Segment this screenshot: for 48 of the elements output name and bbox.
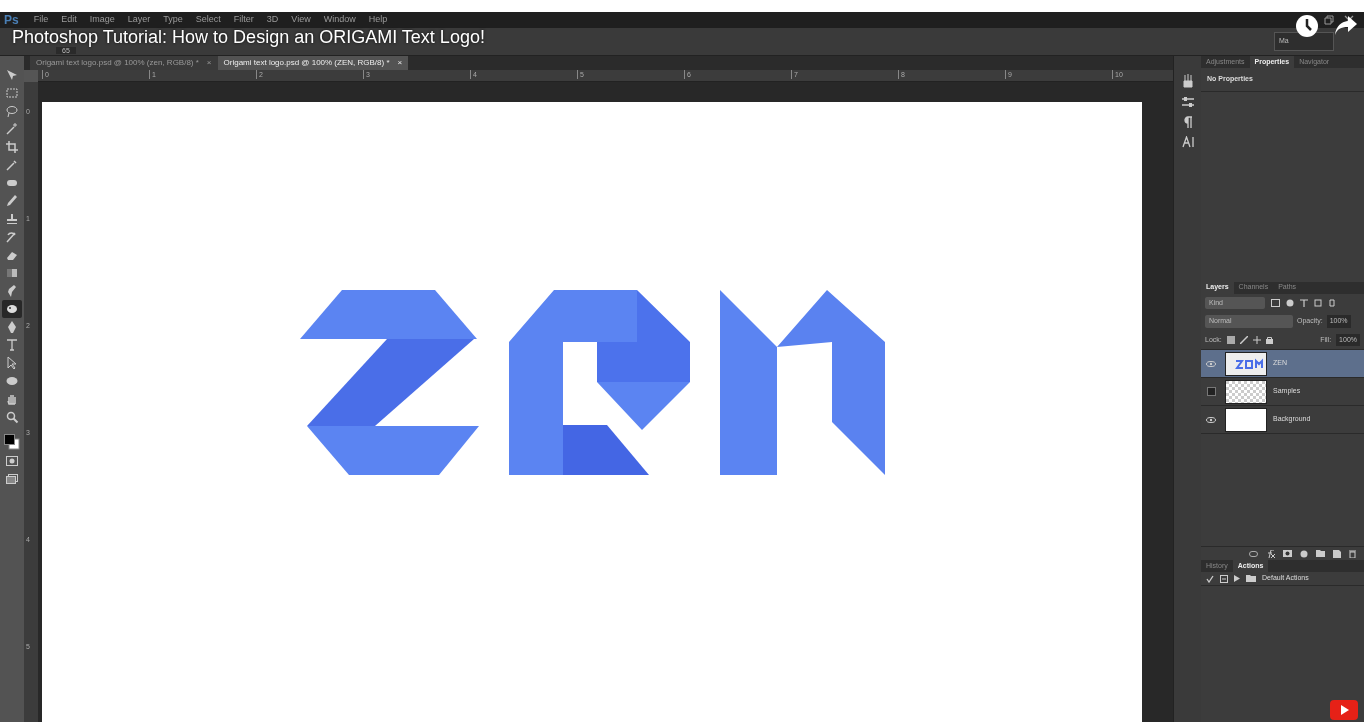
menu-item[interactable]: File	[33, 13, 49, 27]
link-icon[interactable]	[1249, 550, 1258, 557]
color-swatches-icon[interactable]	[4, 434, 20, 450]
character-icon[interactable]	[1181, 136, 1194, 148]
brush-icon[interactable]	[1239, 335, 1248, 344]
lock-pixels-icon[interactable]	[1226, 335, 1235, 344]
screen-mode-icon[interactable]	[6, 474, 18, 484]
sliders-icon[interactable]	[1180, 96, 1195, 108]
fx-icon[interactable]	[1266, 549, 1275, 558]
menu-item[interactable]: View	[291, 13, 311, 27]
clock-icon[interactable]	[1295, 14, 1319, 38]
document-tab[interactable]: Origami text logo.psd @ 100% (zen, RGB/8) * ×	[30, 56, 218, 70]
folder-icon	[1246, 575, 1256, 582]
type-filter-icon[interactable]	[1300, 298, 1308, 307]
quick-mask-icon[interactable]	[6, 456, 18, 466]
video-title: Photoshop Tutorial: How to Design an ORIGAMI Text Logo!	[12, 28, 485, 47]
folder-icon[interactable]	[1316, 550, 1325, 557]
menu-item[interactable]: Edit	[61, 13, 77, 27]
lock-icon[interactable]	[1265, 335, 1273, 344]
restore-icon[interactable]	[1324, 15, 1334, 25]
mask-icon[interactable]	[1283, 550, 1292, 557]
shape-filter-icon[interactable]	[1314, 298, 1322, 307]
menu-item[interactable]: Type	[163, 13, 183, 27]
expand-triangle-icon[interactable]	[1234, 575, 1240, 582]
tab-close-button[interactable]: ×	[206, 57, 212, 69]
smart-object-filter-icon[interactable]	[1328, 298, 1336, 307]
menu-item[interactable]: Select	[195, 13, 221, 27]
menu-item[interactable]: Image	[89, 13, 115, 27]
adjustment-filter-icon[interactable]	[1286, 298, 1294, 307]
menu-item[interactable]: Layer	[127, 13, 151, 27]
menu-item[interactable]: Filter	[233, 13, 254, 27]
new-layer-icon[interactable]	[1333, 549, 1341, 558]
menu-item[interactable]: 3D	[266, 13, 279, 27]
sponge-icon[interactable]	[2, 300, 22, 318]
image-filter-icon[interactable]	[1271, 298, 1280, 307]
brush-presets-icon[interactable]	[1181, 74, 1194, 88]
dialog-toggle-icon[interactable]	[1220, 574, 1228, 583]
paragraph-icon[interactable]	[1182, 116, 1193, 128]
document-tab[interactable]: Origami text logo.psd @ 100% (ZEN, RGB/8) * ×	[217, 56, 409, 70]
play-logo-icon[interactable]	[1330, 700, 1358, 720]
share-arrow-icon[interactable]	[1334, 15, 1358, 37]
menu-item[interactable]: Help	[368, 13, 388, 27]
move-icon[interactable]	[1252, 335, 1261, 344]
menu-item[interactable]: Window	[323, 13, 356, 27]
tab-close-button[interactable]: ×	[397, 57, 403, 69]
checkmark-icon[interactable]	[1206, 574, 1214, 583]
app-logo: Ps	[4, 12, 19, 29]
trash-icon[interactable]	[1349, 549, 1356, 558]
